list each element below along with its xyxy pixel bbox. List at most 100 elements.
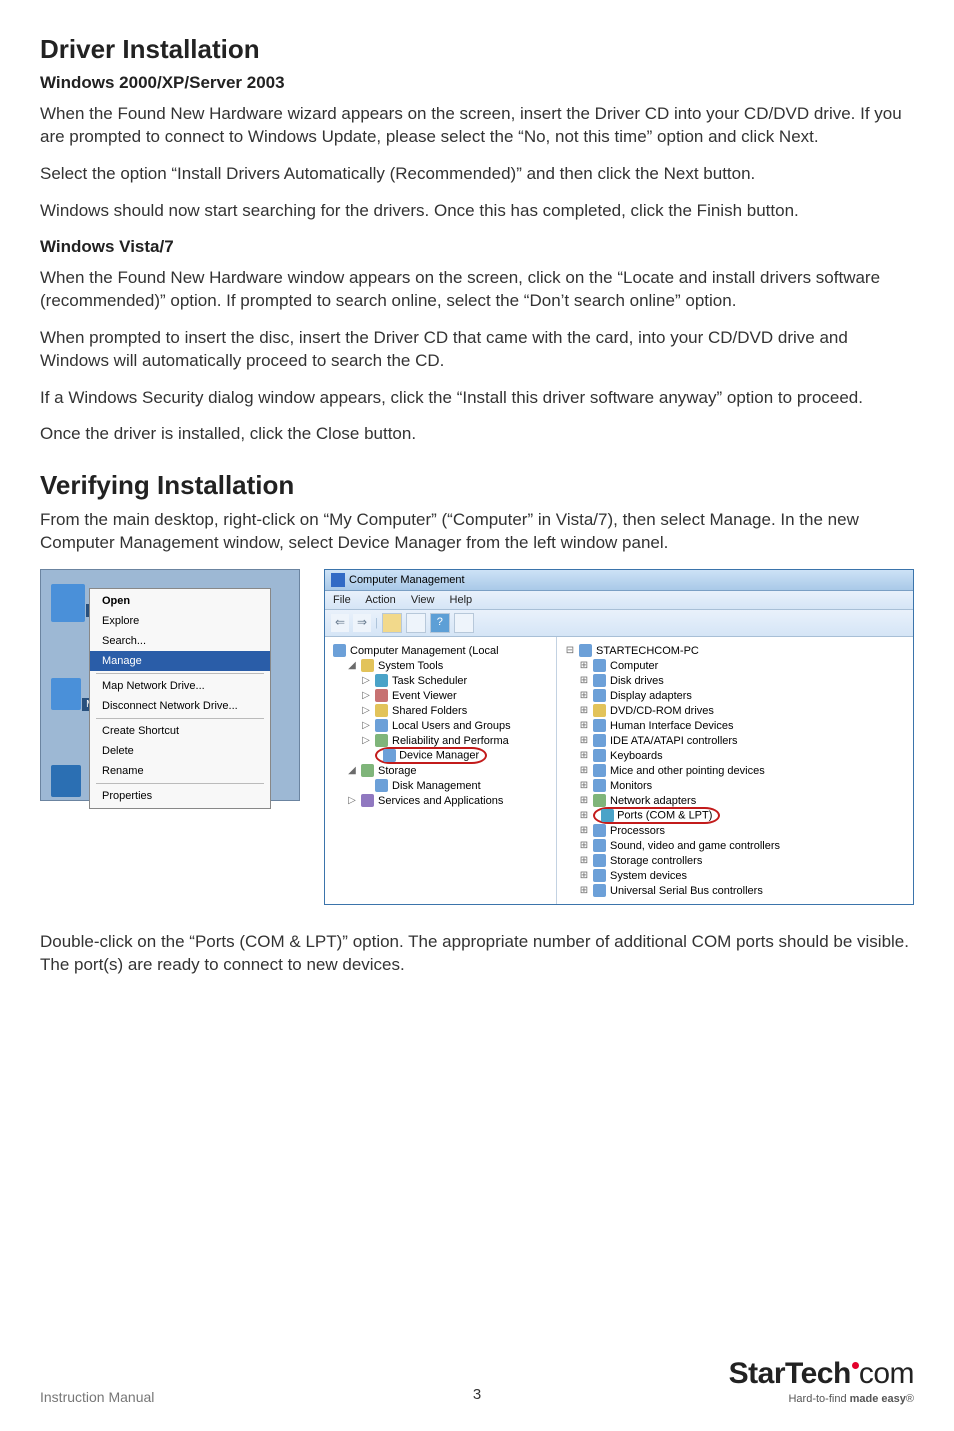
- tree-sound[interactable]: Sound, video and game controllers: [610, 840, 780, 852]
- ctx-disconnect-drive[interactable]: Disconnect Network Drive...: [90, 696, 270, 716]
- ctx-explore[interactable]: Explore: [90, 611, 270, 631]
- node-icon: [375, 674, 388, 687]
- menu-bar: File Action View Help: [325, 591, 913, 610]
- tree-computer[interactable]: Computer: [610, 660, 658, 672]
- expand-icon[interactable]: ▷: [347, 795, 357, 806]
- ctx-create-shortcut[interactable]: Create Shortcut: [90, 721, 270, 741]
- collapse-icon[interactable]: ◢: [347, 660, 357, 671]
- node-icon: [593, 689, 606, 702]
- expand-icon[interactable]: ⊞: [579, 720, 589, 731]
- expand-icon[interactable]: ⊞: [579, 735, 589, 746]
- menu-view[interactable]: View: [411, 594, 435, 606]
- help-icon[interactable]: ?: [430, 613, 450, 633]
- context-menu: Open Explore Search... Manage Map Networ…: [89, 588, 271, 809]
- tree-disk-management[interactable]: Disk Management: [392, 780, 481, 792]
- tree-disk-drives[interactable]: Disk drives: [610, 675, 664, 687]
- expand-icon[interactable]: ⊞: [579, 810, 589, 821]
- forward-icon[interactable]: ⇒: [353, 614, 371, 632]
- expand-icon[interactable]: ▷: [361, 675, 371, 686]
- tree-reliability[interactable]: Reliability and Performa: [392, 735, 509, 747]
- tree-services-apps[interactable]: Services and Applications: [378, 795, 503, 807]
- tree-root[interactable]: Computer Management (Local: [350, 645, 499, 657]
- tree-event-viewer[interactable]: Event Viewer: [392, 690, 457, 702]
- tree-display-adapters[interactable]: Display adapters: [610, 690, 692, 702]
- expand-icon[interactable]: ▷: [361, 705, 371, 716]
- separator: [96, 673, 264, 674]
- expand-icon[interactable]: ⊞: [579, 750, 589, 761]
- back-icon[interactable]: ⇐: [331, 614, 349, 632]
- node-icon: [593, 794, 606, 807]
- menu-action[interactable]: Action: [365, 594, 396, 606]
- tree-device-manager[interactable]: Device Manager: [399, 750, 479, 762]
- tree-usb-controllers[interactable]: Universal Serial Bus controllers: [610, 885, 763, 897]
- expand-icon[interactable]: ⊞: [579, 765, 589, 776]
- tree-storage[interactable]: Storage: [378, 765, 417, 777]
- toolbar-button[interactable]: [382, 613, 402, 633]
- ctx-delete[interactable]: Delete: [90, 741, 270, 761]
- node-icon: [593, 854, 606, 867]
- tree-task-scheduler[interactable]: Task Scheduler: [392, 675, 467, 687]
- tree-mice[interactable]: Mice and other pointing devices: [610, 765, 765, 777]
- toolbar-button[interactable]: [406, 613, 426, 633]
- node-icon: [593, 674, 606, 687]
- expand-icon[interactable]: ⊞: [579, 840, 589, 851]
- expand-icon[interactable]: ▷: [361, 735, 371, 746]
- brand-suffix: com: [859, 1357, 914, 1390]
- paragraph: When prompted to insert the disc, insert…: [40, 327, 914, 373]
- brand-name: StarTech: [729, 1357, 851, 1390]
- menu-help[interactable]: Help: [450, 594, 473, 606]
- subheading-vista7: Windows Vista/7: [40, 237, 914, 257]
- expand-icon[interactable]: ⊞: [579, 825, 589, 836]
- tree-shared-folders[interactable]: Shared Folders: [392, 705, 467, 717]
- tree-pc-name[interactable]: STARTECHCOM-PC: [596, 645, 699, 657]
- tree-processors[interactable]: Processors: [610, 825, 665, 837]
- expand-icon[interactable]: ⊞: [579, 870, 589, 881]
- page-footer: Instruction Manual 3 StarTechcom Hard-to…: [40, 1357, 914, 1405]
- tree-local-users[interactable]: Local Users and Groups: [392, 720, 511, 732]
- node-icon: [593, 824, 606, 837]
- brand-dot-icon: [852, 1362, 859, 1369]
- desktop-icon: [51, 678, 81, 710]
- separator: [96, 718, 264, 719]
- node-icon: [375, 779, 388, 792]
- expand-icon[interactable]: ⊞: [579, 855, 589, 866]
- ctx-open[interactable]: Open: [90, 591, 270, 611]
- expand-icon[interactable]: ⊞: [579, 660, 589, 671]
- expand-icon[interactable]: ⊞: [579, 690, 589, 701]
- tree-dvd-drives[interactable]: DVD/CD-ROM drives: [610, 705, 714, 717]
- paragraph: Double-click on the “Ports (COM & LPT)” …: [40, 931, 914, 977]
- ctx-search[interactable]: Search...: [90, 631, 270, 651]
- tree-system-devices[interactable]: System devices: [610, 870, 687, 882]
- expand-icon[interactable]: ▷: [361, 720, 371, 731]
- collapse-icon[interactable]: ⊟: [565, 645, 575, 656]
- tree-monitors[interactable]: Monitors: [610, 780, 652, 792]
- expand-icon[interactable]: ▷: [361, 690, 371, 701]
- expand-icon[interactable]: ⊞: [579, 675, 589, 686]
- ctx-rename[interactable]: Rename: [90, 761, 270, 781]
- expand-icon[interactable]: ⊞: [579, 705, 589, 716]
- tree-keyboards[interactable]: Keyboards: [610, 750, 663, 762]
- expand-icon[interactable]: ⊞: [579, 780, 589, 791]
- node-icon: [593, 839, 606, 852]
- toolbar-button[interactable]: [454, 613, 474, 633]
- expand-icon[interactable]: ⊞: [579, 885, 589, 896]
- paragraph: Select the option “Install Drivers Autom…: [40, 163, 914, 186]
- subheading-winxp: Windows 2000/XP/Server 2003: [40, 73, 914, 93]
- ctx-manage[interactable]: Manage: [90, 651, 270, 671]
- ctx-map-drive[interactable]: Map Network Drive...: [90, 676, 270, 696]
- paragraph: When the Found New Hardware wizard appea…: [40, 103, 914, 149]
- tree-storage-controllers[interactable]: Storage controllers: [610, 855, 702, 867]
- ctx-properties[interactable]: Properties: [90, 786, 270, 806]
- paragraph: Windows should now start searching for t…: [40, 200, 914, 223]
- tree-system-tools[interactable]: System Tools: [378, 660, 443, 672]
- collapse-icon[interactable]: ◢: [347, 765, 357, 776]
- toolbar: ⇐ ⇒ | ?: [325, 610, 913, 637]
- tree-ide[interactable]: IDE ATA/ATAPI controllers: [610, 735, 738, 747]
- tree-network-adapters[interactable]: Network adapters: [610, 795, 696, 807]
- highlight-oval: Device Manager: [375, 747, 487, 764]
- node-icon: [361, 794, 374, 807]
- tree-ports-com-lpt[interactable]: Ports (COM & LPT): [617, 810, 712, 822]
- menu-file[interactable]: File: [333, 594, 351, 606]
- tree-hid[interactable]: Human Interface Devices: [610, 720, 734, 732]
- expand-icon[interactable]: ⊞: [579, 795, 589, 806]
